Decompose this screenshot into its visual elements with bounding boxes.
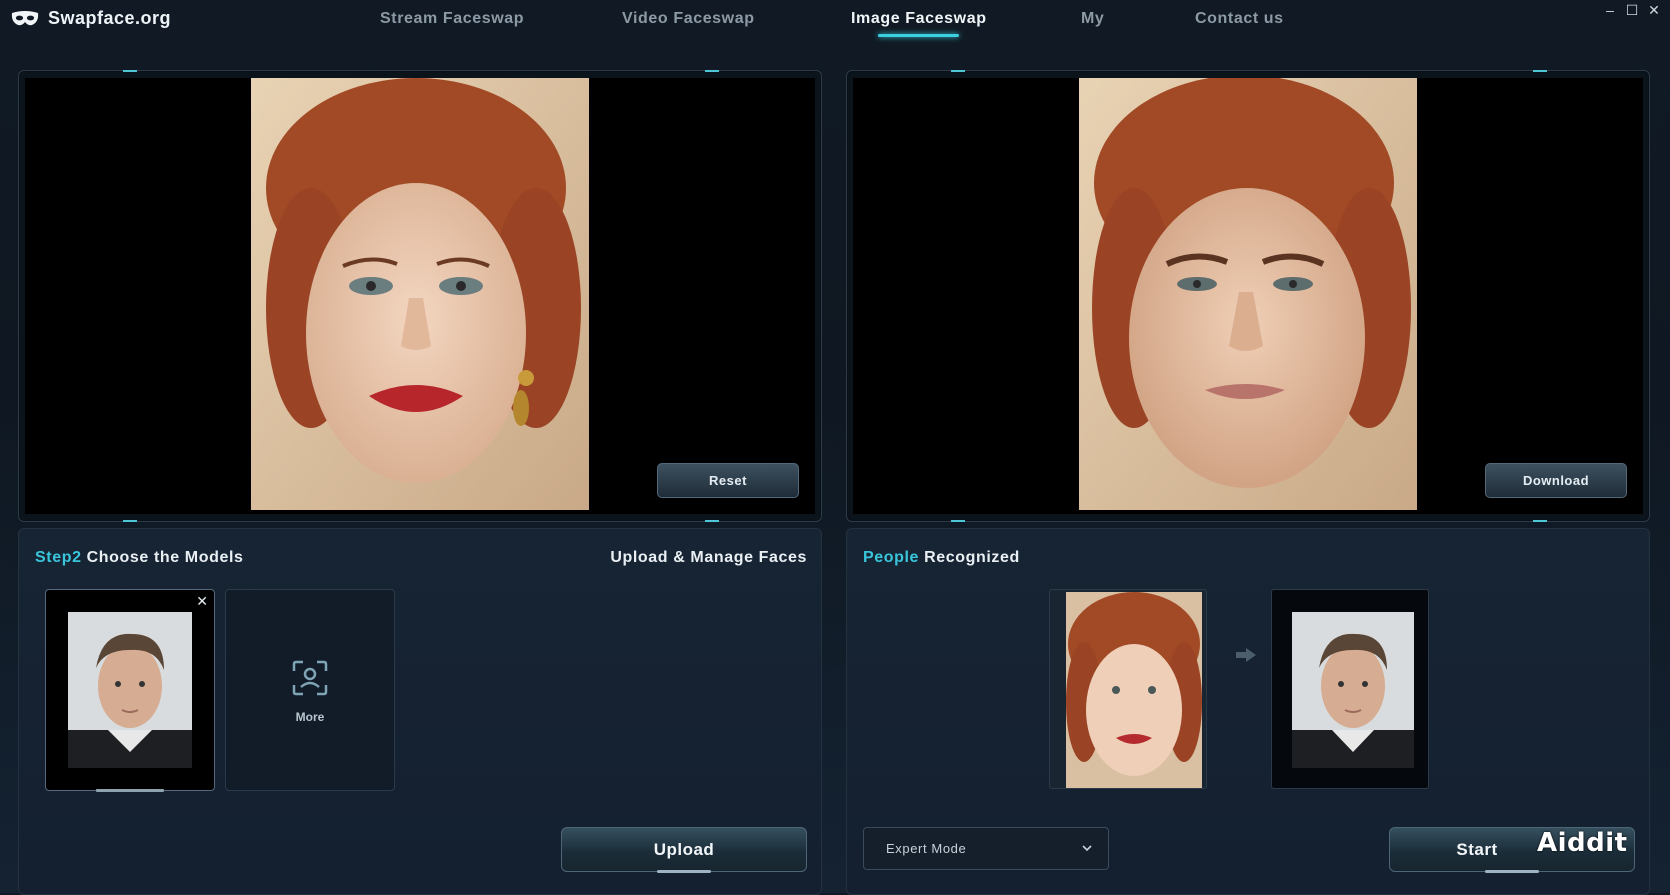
- recognized-source-face-card[interactable]: [1049, 589, 1207, 789]
- more-label: More: [295, 710, 325, 724]
- panel-tick: [1533, 520, 1547, 522]
- minimize-icon[interactable]: –: [1601, 2, 1619, 18]
- recognized-accent: People: [863, 549, 920, 566]
- recognized-target-face-card[interactable]: [1271, 589, 1429, 789]
- result-image-panel: Download: [846, 70, 1650, 522]
- models-title-text: Choose the Models: [86, 549, 244, 566]
- recognized-section-title: People Recognized: [863, 549, 1020, 567]
- models-section-title: Step2 Choose the Models: [35, 549, 244, 567]
- nav-my[interactable]: My: [1081, 10, 1104, 28]
- close-icon[interactable]: ✕: [1645, 2, 1663, 19]
- source-portrait-image: [251, 78, 589, 510]
- app-title: Swapface.org: [48, 8, 172, 28]
- nav-image-faceswap-label: Image Faceswap: [851, 10, 987, 27]
- source-image-stage: [25, 78, 815, 514]
- face-scan-icon: [292, 660, 328, 696]
- people-recognized-panel: People Recognized Expert Mode Start: [846, 528, 1650, 895]
- step-label: Step2: [35, 549, 82, 566]
- upload-manage-faces-link[interactable]: Upload & Manage Faces: [610, 549, 807, 567]
- maximize-icon[interactable]: ☐: [1623, 2, 1641, 19]
- panel-tick: [705, 520, 719, 522]
- start-button-label: Start: [1456, 839, 1498, 859]
- upload-button-label: Upload: [653, 839, 715, 859]
- target-face-thumbnail: [1292, 612, 1414, 768]
- nav-video-faceswap[interactable]: Video Faceswap: [622, 10, 755, 28]
- selected-card-indicator: [96, 789, 164, 792]
- watermark-text: Aiddit: [1537, 828, 1628, 858]
- reset-button[interactable]: Reset: [657, 463, 799, 498]
- result-portrait-image: [1079, 78, 1417, 510]
- models-panel: Step2 Choose the Models Upload & Manage …: [18, 528, 822, 895]
- result-image-stage: [853, 78, 1643, 514]
- nav-image-faceswap[interactable]: Image Faceswap: [851, 10, 987, 37]
- panel-tick: [1533, 70, 1547, 72]
- recognized-title-text: Recognized: [924, 549, 1020, 566]
- upload-button[interactable]: Upload: [561, 827, 807, 873]
- source-image-panel: Reset: [18, 70, 822, 522]
- panel-tick: [951, 520, 965, 522]
- app-logo[interactable]: Swapface.org: [10, 8, 171, 29]
- button-underline: [657, 870, 711, 873]
- remove-face-close-icon[interactable]: ✕: [196, 593, 208, 610]
- chevron-down-icon: [1082, 845, 1092, 852]
- mask-logo-icon: [11, 10, 39, 25]
- nav-contact-us[interactable]: Contact us: [1195, 10, 1284, 28]
- panel-tick: [705, 70, 719, 72]
- model-face-card[interactable]: ✕: [45, 589, 215, 792]
- model-face-image: [68, 612, 192, 768]
- panel-tick: [123, 70, 137, 72]
- source-face-thumbnail: [1066, 592, 1202, 788]
- mode-select[interactable]: Expert Mode: [863, 827, 1109, 870]
- mode-select-value: Expert Mode: [886, 841, 967, 856]
- nav-stream-faceswap[interactable]: Stream Faceswap: [380, 10, 524, 28]
- title-bar: Swapface.org Stream Faceswap Video Faces…: [0, 0, 1670, 40]
- active-tab-indicator: [878, 34, 960, 37]
- panel-tick: [123, 520, 137, 522]
- arrow-right-icon: [1236, 648, 1256, 662]
- panel-tick: [951, 70, 965, 72]
- more-faces-card[interactable]: More: [225, 589, 395, 791]
- button-underline: [1485, 870, 1539, 873]
- download-button[interactable]: Download: [1485, 463, 1627, 498]
